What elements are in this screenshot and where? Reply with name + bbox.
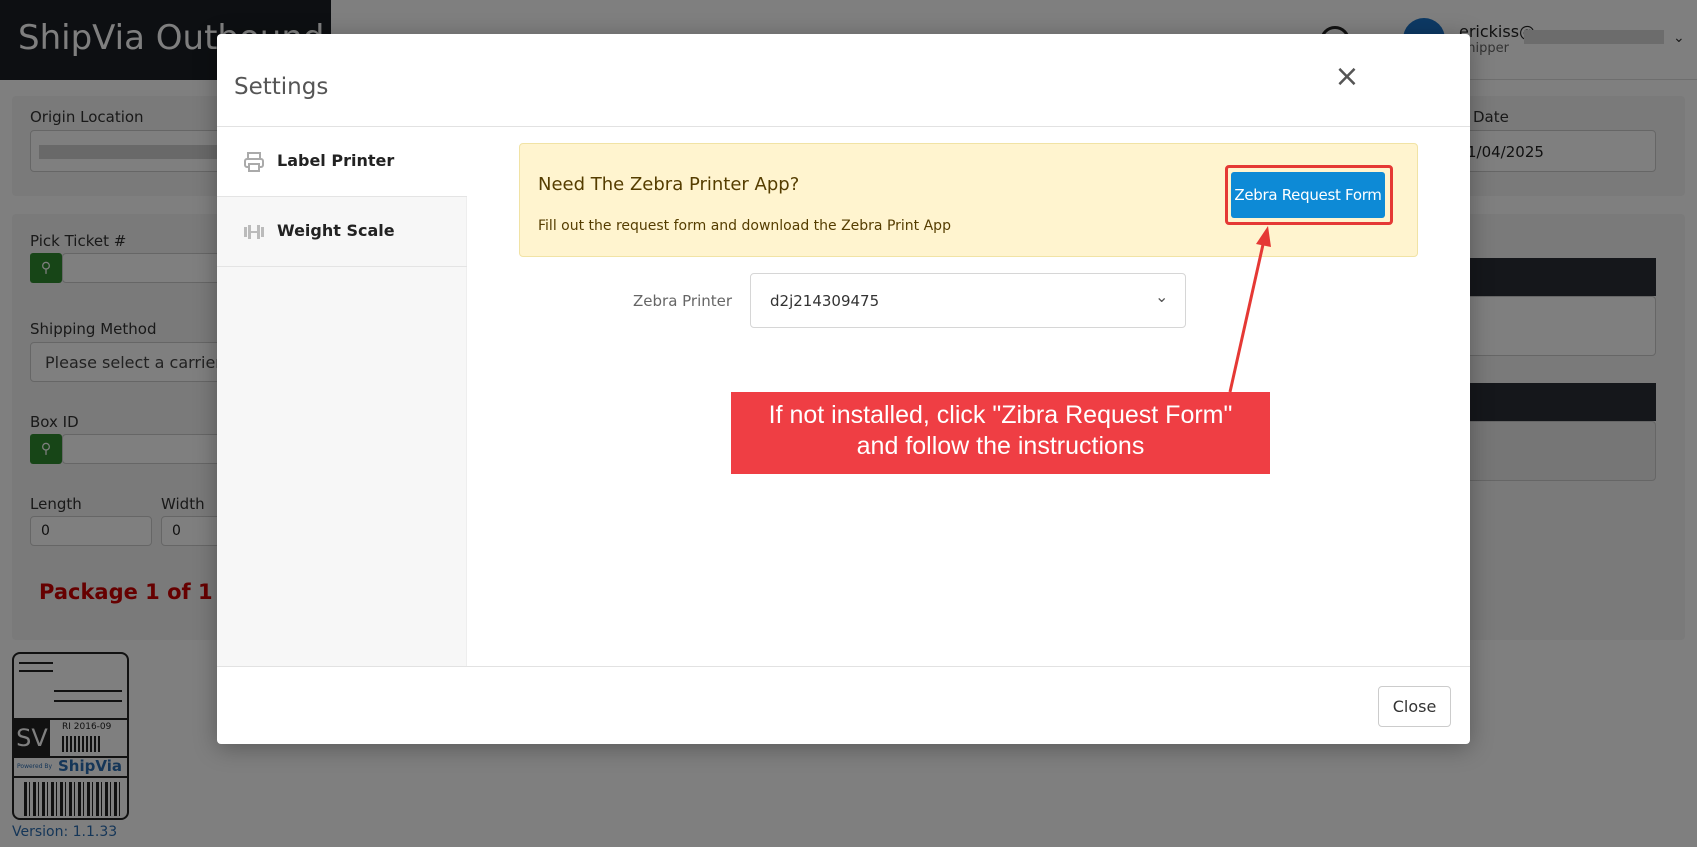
callout-line-1: If not installed, click "Zibra Request F…: [768, 401, 1233, 429]
annotation-callout: If not installed, click "Zibra Request F…: [731, 392, 1270, 474]
callout-line-2: and follow the instructions: [856, 432, 1145, 460]
